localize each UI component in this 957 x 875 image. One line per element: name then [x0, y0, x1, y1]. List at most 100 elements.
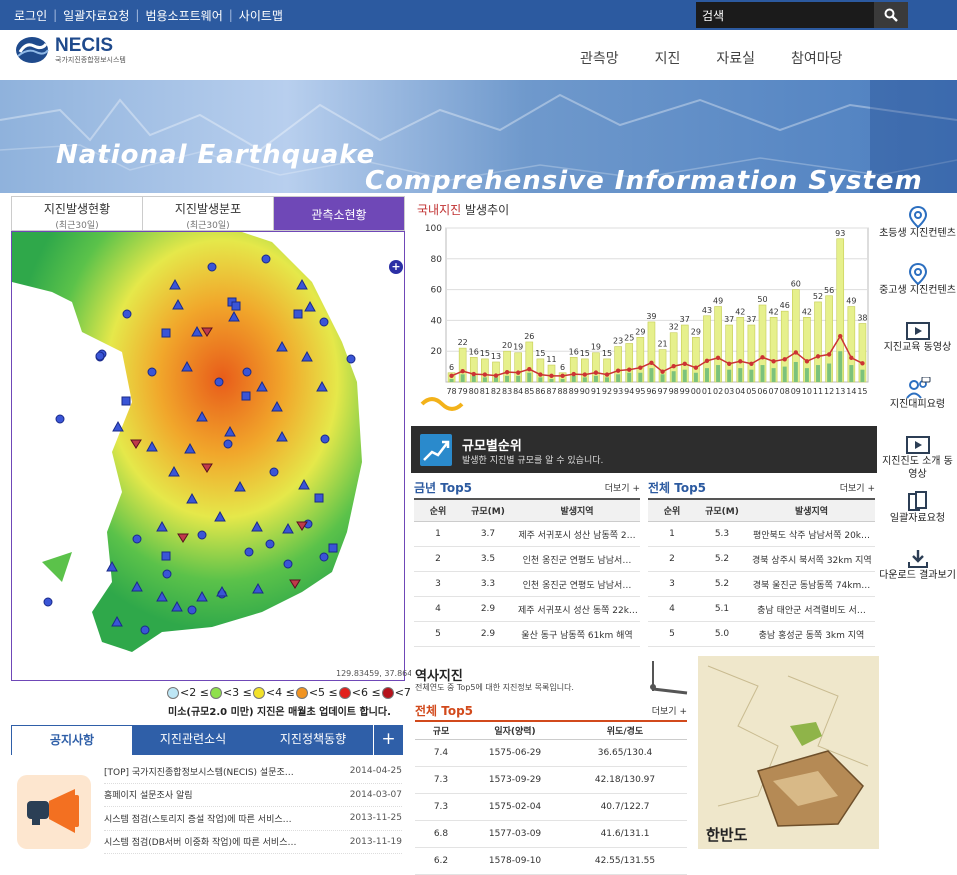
sitemap-link[interactable]: 사이트맵 [239, 7, 283, 24]
chart-point [493, 373, 499, 378]
chart-point [538, 372, 543, 377]
table-row[interactable]: 5 5.0 충남 홍성군 동쪽 3km 지역 [648, 622, 875, 647]
bulk-data-request-link[interactable]: 일괄자료요청 [63, 7, 129, 24]
chart-bar-minor [693, 372, 698, 382]
quick-item[interactable]: 지진대피요령 [878, 370, 957, 427]
site-logo[interactable]: NECIS 국가지진종합정보시스템 [14, 34, 126, 66]
table-cell: 40.7/122.7 [600, 802, 650, 812]
notice-title: 시스템 점검(DB서버 이중화 작업)에 따른 서비스… [104, 838, 297, 849]
software-link[interactable]: 범용소프트웨어 [145, 7, 222, 24]
legend-label: <5 ≤ [308, 686, 338, 699]
nav-participation[interactable]: 참여마당 [791, 48, 843, 68]
notices-more-button[interactable]: + [373, 725, 403, 755]
table-row[interactable]: 1 5.3 평안북도 삭주 남남서쪽 20k… [648, 522, 875, 547]
login-link[interactable]: 로그인 [14, 7, 47, 24]
chart-bar-minor [593, 375, 598, 382]
tab-earthquake-news[interactable]: 지진관련소식 [133, 725, 253, 755]
chart-title-accent: 국내지진 [417, 203, 462, 217]
peninsula-puzzle-banner[interactable]: 한반도 [698, 656, 879, 849]
x-tick-label: 03 [724, 387, 734, 396]
history-more[interactable]: 더보기 + [652, 704, 687, 717]
y-tick-label: 20 [431, 347, 443, 357]
header-cell: 규모(M) [705, 507, 739, 517]
legend-label: <2 ≤ [180, 686, 209, 699]
table-header: 순위 규모(M) 발생지역 [648, 500, 875, 522]
table-row[interactable]: 7.3 1575-02-04 40.7/122.7 [415, 794, 687, 821]
x-tick-label: 87 [546, 387, 556, 396]
quick-item[interactable]: 일괄자료요청 [878, 484, 957, 541]
x-tick-label: 91 [591, 387, 601, 396]
y-tick-label: 80 [431, 255, 443, 265]
notice-row[interactable]: 시스템 점검(스토리지 증설 작업)에 따른 서비스… 2013-11-25 [104, 807, 402, 831]
table-row[interactable]: 4 5.1 충남 태안군 서격렬비도 서… [648, 597, 875, 622]
table-cell: 2 [669, 554, 675, 564]
quick-item[interactable]: 지진진도 소개 동영상 [878, 427, 957, 484]
nav-observation-network[interactable]: 관측망 [580, 48, 619, 68]
table-cell: 2 [435, 554, 441, 564]
table-row[interactable]: 3 3.3 인천 옹진군 연평도 남남서… [414, 572, 640, 597]
x-tick-label: 14 [846, 387, 856, 396]
table-row[interactable]: 2 3.5 인천 옹진군 연평도 남남서… [414, 547, 640, 572]
x-tick-label: 84 [513, 387, 523, 396]
table-row[interactable]: 7.4 1575-06-29 36.65/130.4 [415, 740, 687, 767]
year-top5-more[interactable]: 더보기 + [605, 481, 640, 494]
tab-policy-trends[interactable]: 지진정책동향 [253, 725, 373, 755]
table-cell: 경북 울진군 동남동쪽 74km… [752, 580, 871, 591]
notice-row[interactable]: 시스템 점검(DB서버 이중화 작업)에 따른 서비스… 2013-11-19 [104, 831, 402, 854]
table-cell: 3 [669, 579, 675, 589]
quick-item[interactable]: 다운로드 결과보기 [878, 541, 957, 598]
data-label: 6 [449, 363, 454, 372]
tab-recent-earthquakes[interactable]: 지진발생현황 (최근30일) [12, 197, 143, 231]
table-row[interactable]: 6.2 1578-09-10 42.55/131.55 [415, 848, 687, 875]
search-box [696, 2, 908, 28]
banner-line2: Comprehensive Information System [365, 166, 923, 193]
utility-links: 로그인 | 일괄자료요청 | 범용소프트웨어 | 사이트맵 [14, 7, 283, 24]
chart-point [804, 359, 810, 364]
tab-sublabel: (최근30일) [186, 221, 230, 231]
quick-item-label: 다운로드 결과보기 [879, 570, 956, 581]
chart-point [749, 361, 754, 366]
x-tick-label: 89 [569, 387, 579, 396]
nav-archive[interactable]: 자료실 [716, 48, 755, 68]
tab-station-status[interactable]: 관측소현황 [274, 197, 404, 230]
all-top5-more[interactable]: 더보기 + [840, 481, 875, 494]
header-cell: 순위 [663, 507, 681, 517]
table-header: 규모 일자(양력) 위도/경도 [415, 720, 687, 740]
data-label: 20 [502, 341, 512, 350]
table-cell: 5 [669, 629, 675, 639]
table-row[interactable]: 1 3.7 제주 서귀포시 성산 남동쪽 2… [414, 522, 640, 547]
tab-notices[interactable]: 공지사항 [11, 725, 133, 755]
search-input[interactable] [696, 2, 874, 28]
seismograph-icon [650, 661, 688, 695]
table-row[interactable]: 2 5.2 경북 상주시 북서쪽 32km 지역 [648, 547, 875, 572]
chart-bar-minor [516, 375, 521, 382]
chart-bar-minor [671, 371, 676, 382]
x-tick-label: 93 [613, 387, 623, 396]
chart-point [838, 333, 843, 339]
quick-item[interactable]: 초등생 지진컨텐츠 [878, 199, 957, 256]
x-tick-label: 10 [802, 387, 812, 396]
header-cell: 발생지역 [794, 507, 829, 517]
year-top5-title: 금년 Top5 [414, 480, 473, 495]
table-row[interactable]: 7.3 1573-09-29 42.18/130.97 [415, 767, 687, 794]
search-button[interactable] [874, 2, 908, 28]
table-row[interactable]: 5 2.9 울산 동구 남동쪽 61km 해역 [414, 622, 640, 647]
quick-item[interactable]: 지진교육 동영상 [878, 313, 957, 370]
chart-point [449, 373, 454, 379]
table-row[interactable]: 6.8 1577-03-09 41.6/131.1 [415, 821, 687, 848]
chart-bar-minor [538, 377, 543, 382]
data-label: 15 [480, 349, 490, 358]
table-row[interactable]: 4 2.9 제주 서귀포시 성산 동쪽 22k… [414, 597, 640, 622]
notice-row[interactable]: 홈페이지 설문조사 알림 2014-03-07 [104, 784, 402, 807]
station-map[interactable] [11, 231, 405, 681]
chart-bar-minor [649, 368, 654, 382]
x-tick-label: 01 [702, 387, 712, 396]
nav-earthquake[interactable]: 지진 [655, 48, 681, 68]
chart-bar-minor [471, 375, 476, 382]
table-cell: 제주 서귀포시 성산 동쪽 22k… [518, 605, 638, 616]
notice-row[interactable]: [TOP] 국가지진종합정보시스템(NECIS) 설문조… 2014-04-25 [104, 760, 402, 784]
table-row[interactable]: 3 5.2 경북 울진군 동남동쪽 74km… [648, 572, 875, 597]
map-expand-button[interactable]: + [389, 260, 403, 274]
quick-item[interactable]: 중고생 지진컨텐츠 [878, 256, 957, 313]
tab-earthquake-distribution[interactable]: 지진발생분포 (최근30일) [143, 197, 274, 231]
